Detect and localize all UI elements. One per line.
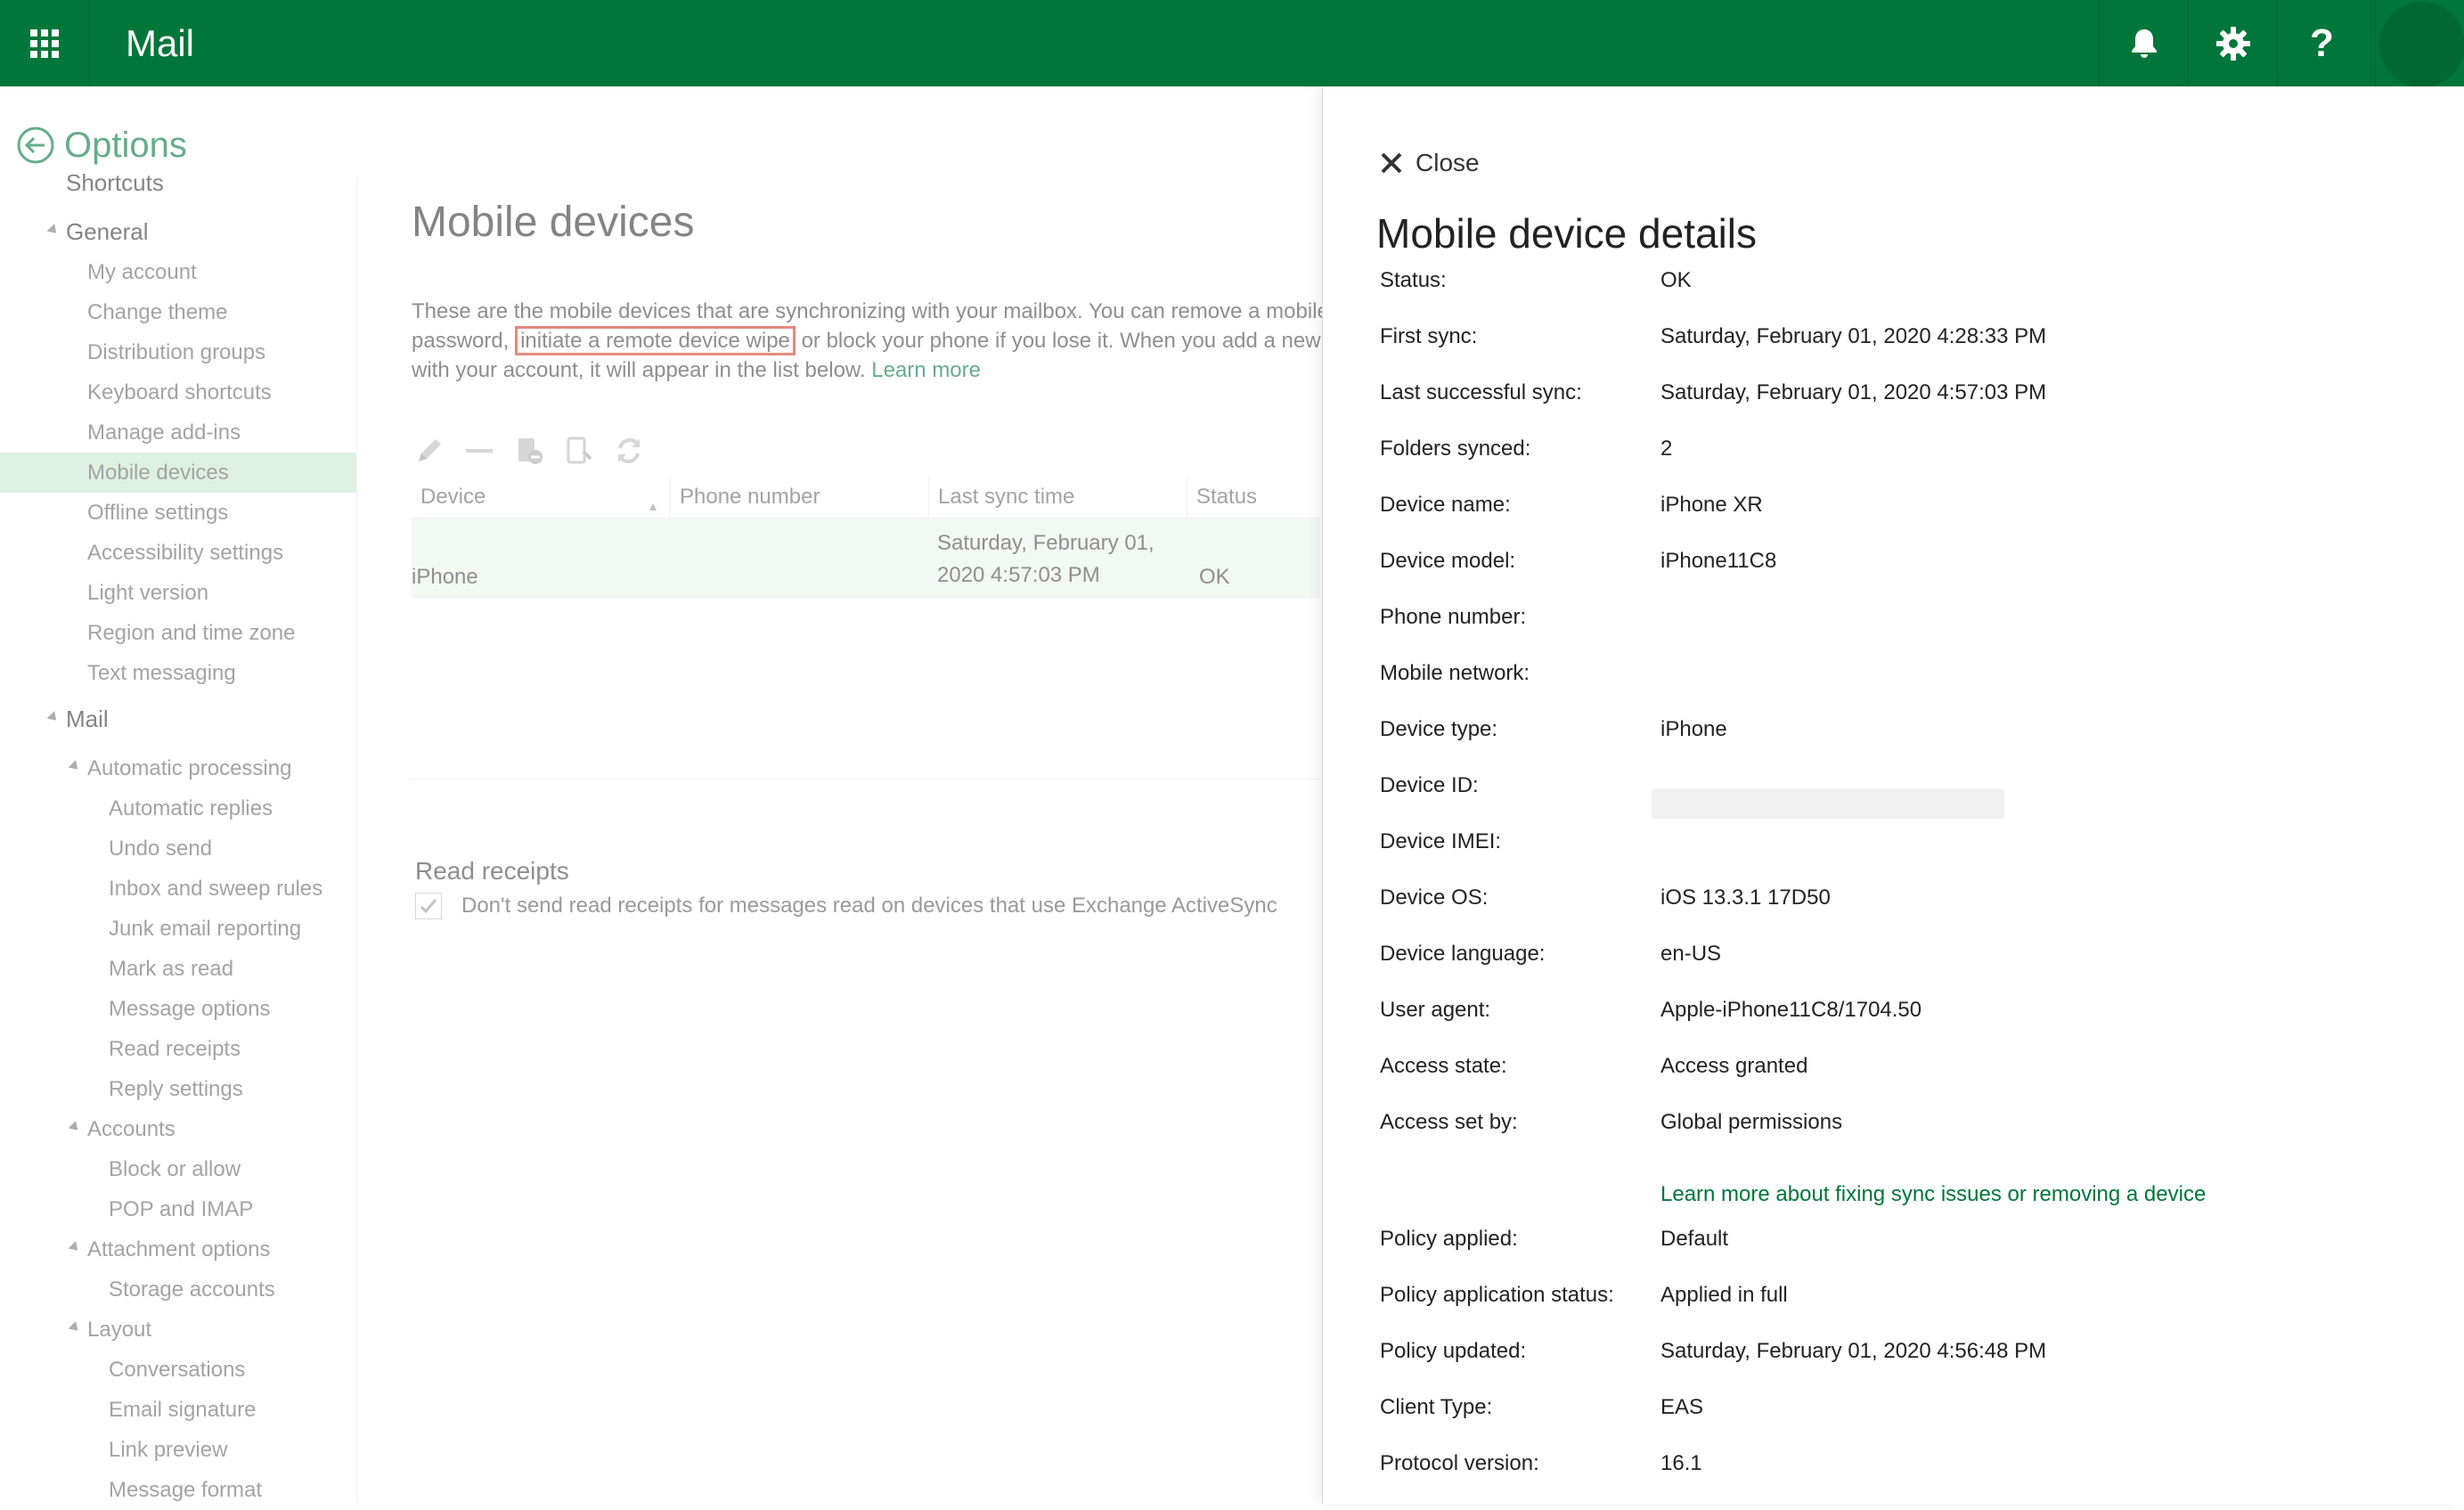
detail-label: Device type: (1380, 717, 1498, 741)
detail-label: Device IMEI: (1380, 829, 1502, 853)
panel-title: Mobile device details (1376, 210, 1758, 257)
detail-label: Protocol version: (1380, 1451, 1539, 1475)
detail-value: Access granted (1660, 1054, 1808, 1078)
detail-row-client-type: Client Type: EAS (1380, 1395, 2431, 1431)
detail-label: Policy applied: (1380, 1227, 1518, 1251)
detail-row-policy-applied: Policy applied: Default (1380, 1227, 2431, 1262)
settings-button[interactable] (2188, 0, 2277, 86)
detail-value: 16.1 (1660, 1451, 1702, 1475)
detail-label: Phone number: (1380, 605, 1527, 629)
detail-row-device-imei: Device IMEI: (1380, 829, 2431, 865)
sync-help-link[interactable]: Learn more about fixing sync issues or r… (1660, 1182, 2206, 1207)
detail-label: Policy updated: (1380, 1339, 1527, 1363)
detail-row-mobile-network: Mobile network: (1380, 661, 2431, 697)
detail-value: Apple-iPhone11C8/1704.50 (1660, 998, 1922, 1022)
detail-row-first-sync: First sync: Saturday, February 01, 2020 4… (1380, 324, 2431, 360)
detail-row-protocol-version: Protocol version: 16.1 (1380, 1451, 2431, 1487)
detail-label: Device OS: (1380, 886, 1489, 910)
detail-label: Access set by: (1380, 1110, 1518, 1134)
detail-value: EAS (1660, 1395, 1704, 1419)
help-button[interactable]: ? (2277, 0, 2366, 86)
detail-label: Folders synced: (1380, 437, 1531, 461)
detail-value: Applied in full (1660, 1283, 1788, 1307)
detail-label: Client Type: (1380, 1395, 1493, 1419)
detail-row-last-successful-sync: Last successful sync: Saturday, February … (1380, 380, 2431, 416)
detail-label: Mobile network: (1380, 661, 1530, 685)
detail-value: iPhone XR (1660, 493, 1763, 517)
detail-row-status: Status: OK (1380, 268, 2431, 304)
detail-label: Last successful sync: (1380, 380, 1582, 404)
detail-value: OK (1660, 268, 1692, 292)
app-launcher-icon (30, 29, 59, 58)
detail-row-policy-application-status: Policy application status: Applied in ful… (1380, 1283, 2431, 1318)
detail-row-user-agent: User agent: Apple-iPhone11C8/1704.50 (1380, 998, 2431, 1033)
detail-row-access-set-by: Access set by: Global permissions (1380, 1110, 2431, 1146)
app-title: Mail (126, 22, 195, 64)
detail-row-device-model: Device model: iPhone11C8 (1380, 549, 2431, 584)
detail-label: Device name: (1380, 493, 1511, 517)
app-launcher-button[interactable] (0, 0, 90, 86)
detail-label: Device language: (1380, 942, 1546, 966)
notifications-button[interactable] (2099, 0, 2188, 86)
detail-row-folders-synced: Folders synced: 2 (1380, 437, 2431, 472)
detail-value: Saturday, February 01, 2020 4:28:33 PM (1660, 324, 2047, 348)
help-icon: ? (2310, 20, 2334, 65)
detail-label: First sync: (1380, 324, 1478, 348)
detail-label: User agent: (1380, 998, 1491, 1022)
avatar[interactable] (2375, 0, 2464, 87)
top-bar: Mail ? (0, 0, 2464, 87)
detail-row-device-name: Device name: iPhone XR (1380, 493, 2431, 528)
detail-row-device-os: Device OS: iOS 13.3.1 17D50 (1380, 886, 2431, 921)
detail-value: Saturday, February 01, 2020 4:56:48 PM (1660, 1339, 2047, 1363)
detail-value: iPhone (1660, 717, 1727, 741)
detail-row-access-state: Access state: Access granted (1380, 1054, 2431, 1090)
detail-label: Device model: (1380, 549, 1516, 573)
gear-icon (2215, 26, 2250, 61)
detail-row-device-type: Device type: iPhone (1380, 717, 2431, 753)
close-button[interactable]: Close (1380, 149, 1480, 177)
detail-value: iOS 13.3.1 17D50 (1660, 886, 1831, 910)
panel-backdrop (0, 86, 1322, 1504)
detail-label: Device ID: (1380, 773, 1479, 797)
detail-value: iPhone11C8 (1660, 549, 1777, 573)
detail-row-phone-number: Phone number: (1380, 605, 2431, 641)
detail-row-device-language: Device language: en-US (1380, 942, 2431, 977)
detail-value: 2 (1660, 437, 1673, 461)
bell-icon (2131, 29, 2157, 58)
detail-label: Access state: (1380, 1054, 1507, 1078)
detail-label: Status: (1380, 268, 1447, 292)
close-label: Close (1416, 149, 1480, 176)
detail-value: Global permissions (1660, 1110, 1843, 1134)
close-icon (1381, 152, 1402, 174)
detail-value: Saturday, February 01, 2020 4:57:03 PM (1660, 380, 2047, 404)
device-id-redacted (1652, 788, 2004, 819)
detail-value: Default (1660, 1227, 1729, 1251)
detail-row-policy-updated: Policy updated: Saturday, February 01, 20… (1380, 1339, 2431, 1375)
detail-value: en-US (1660, 942, 1722, 966)
detail-label: Policy application status: (1380, 1283, 1614, 1307)
